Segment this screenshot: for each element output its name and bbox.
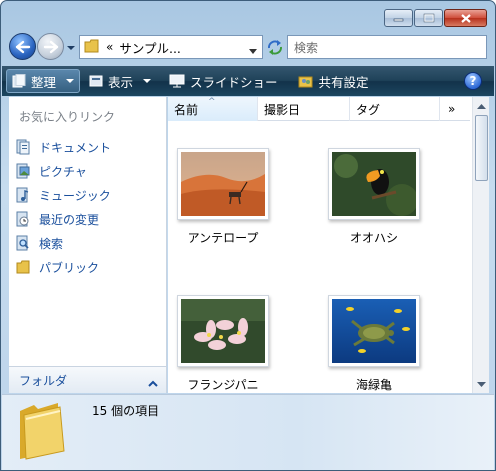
explorer-window: « サンプル... 検索 整理 表示 スライドショー 共有設定 ? お気に入りリ…: [0, 0, 496, 471]
folder-icon: [16, 401, 68, 464]
sidebar-item-label: ドキュメント: [39, 140, 112, 155]
column-header-tags[interactable]: タグ: [350, 97, 440, 121]
chevron-right-double-icon: »: [448, 102, 456, 116]
file-name: フランジパニ: [187, 378, 259, 392]
chevron-up-icon: [477, 103, 486, 109]
details-pane: 15 個の項目: [2, 394, 494, 470]
slideshow-icon: [169, 74, 185, 88]
searches-icon: [15, 235, 31, 251]
navigation-bar: « サンプル... 検索: [9, 31, 489, 61]
column-header-name[interactable]: 名前 ^: [168, 97, 258, 121]
chevron-up-icon: [148, 376, 158, 390]
documents-icon: [15, 139, 31, 155]
views-label: 表示: [108, 74, 134, 90]
folders-toggle[interactable]: フォルダ: [9, 366, 166, 393]
command-bar: 整理 表示 スライドショー 共有設定 ?: [2, 66, 494, 96]
more-columns-button[interactable]: »: [440, 97, 470, 121]
item-count: 15 個の項目: [92, 404, 160, 418]
chevron-down-icon: [249, 49, 257, 54]
file-item[interactable]: 海緑亀: [314, 295, 434, 393]
sidebar-item-label: パブリック: [39, 260, 100, 275]
public-folder-icon: [15, 259, 31, 275]
file-thumbnail: [328, 295, 420, 367]
address-dropdown-button[interactable]: [249, 44, 257, 58]
file-item[interactable]: アンテロープ: [163, 148, 283, 246]
search-placeholder: 検索: [294, 40, 319, 55]
maximize-button[interactable]: [414, 9, 443, 27]
refresh-icon: [268, 40, 282, 55]
sidebar-item-recent-changes[interactable]: 最近の変更: [15, 207, 111, 231]
file-thumbnail: [177, 295, 269, 367]
file-thumbnail: [177, 148, 269, 220]
scroll-up-button[interactable]: [474, 97, 489, 114]
file-name: アンテロープ: [187, 231, 259, 245]
sidebar-item-music[interactable]: ミュージック: [15, 183, 111, 207]
sidebar-item-searches[interactable]: 検索: [15, 231, 111, 255]
views-icon: [89, 75, 103, 87]
file-name: オオハシ: [349, 231, 398, 245]
address-bar[interactable]: « サンプル...: [79, 35, 263, 59]
help-button[interactable]: ?: [464, 72, 482, 90]
sidebar-item-pictures[interactable]: ピクチャ: [15, 159, 111, 183]
organize-label: 整理: [31, 74, 57, 90]
scrollbar-thumb[interactable]: [475, 115, 488, 181]
search-input[interactable]: 検索: [287, 35, 487, 59]
back-button[interactable]: [9, 33, 36, 60]
breadcrumb-overflow[interactable]: «: [106, 40, 113, 54]
chevron-down-icon: [477, 381, 486, 387]
organize-icon: [12, 74, 26, 88]
sidebar-item-label: 検索: [39, 236, 64, 251]
file-item[interactable]: フランジパニ: [163, 295, 283, 393]
favorite-links: ドキュメント ピクチャ ミュージック 最近の変更 検索 パブリック: [15, 135, 111, 279]
minimize-button[interactable]: [384, 9, 413, 27]
folders-label: フォルダ: [19, 373, 68, 388]
favorites-heading: お気に入りリンク: [19, 110, 116, 124]
share-button[interactable]: 共有設定: [293, 69, 380, 93]
close-button[interactable]: [444, 9, 487, 27]
file-list-pane: 名前 ^ 撮影日 タグ » アンテロープ オオハシ フランジパニ 海緑亀: [168, 97, 489, 393]
sidebar-item-label: ピクチャ: [39, 164, 87, 179]
sidebar-item-label: ミュージック: [39, 188, 111, 203]
forward-arrow-icon: [43, 40, 58, 53]
column-label: タグ: [356, 102, 381, 117]
music-icon: [15, 187, 31, 203]
share-label: 共有設定: [318, 74, 369, 90]
folder-icon: [84, 39, 100, 56]
minimize-icon: [393, 18, 404, 22]
column-label: 撮影日: [264, 102, 301, 117]
forward-button[interactable]: [37, 33, 64, 60]
views-button[interactable]: 表示: [84, 69, 156, 93]
chevron-down-icon: [67, 46, 75, 50]
sort-ascending-icon: ^: [208, 97, 216, 107]
chevron-down-icon: [143, 79, 152, 83]
share-icon: [298, 76, 313, 88]
chevron-down-icon: [66, 79, 75, 83]
file-name: 海緑亀: [355, 378, 392, 392]
pictures-icon: [15, 163, 31, 179]
file-thumbnail: [328, 148, 420, 220]
sidebar-item-label: 最近の変更: [39, 212, 100, 227]
maximize-icon: [423, 13, 434, 23]
back-arrow-icon: [15, 40, 30, 53]
column-header-date-taken[interactable]: 撮影日: [258, 97, 350, 121]
scroll-down-button[interactable]: [474, 376, 489, 393]
sidebar-item-public[interactable]: パブリック: [15, 255, 111, 279]
slideshow-button[interactable]: スライドショー: [164, 69, 289, 93]
recent-pages-dropdown[interactable]: [66, 42, 76, 52]
slideshow-label: スライドショー: [190, 74, 278, 90]
organize-button[interactable]: 整理: [6, 69, 81, 93]
recent-changes-icon: [15, 211, 31, 227]
sidebar-item-documents[interactable]: ドキュメント: [15, 135, 111, 159]
close-icon: [460, 13, 471, 23]
column-label: 名前: [174, 102, 199, 117]
column-headers: 名前 ^ 撮影日 タグ »: [168, 97, 470, 121]
file-item[interactable]: オオハシ: [314, 148, 434, 246]
address-path[interactable]: サンプル...: [119, 38, 181, 57]
vertical-scrollbar[interactable]: [472, 97, 489, 393]
window-controls: [384, 9, 487, 27]
navigation-pane: お気に入りリンク ドキュメント ピクチャ ミュージック 最近の変更 検索 パブリ…: [9, 97, 167, 393]
refresh-button[interactable]: [265, 37, 285, 57]
